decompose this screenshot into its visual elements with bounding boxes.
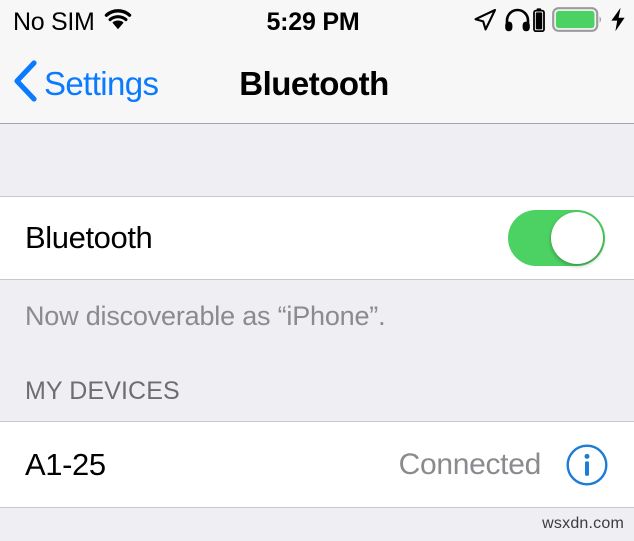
headphones-battery-group	[504, 7, 545, 37]
my-devices-header: MY DEVICES	[25, 377, 180, 405]
device-status-label: Connected	[398, 447, 542, 481]
headphone-battery-icon	[533, 7, 545, 37]
carrier-label: No SIM	[13, 7, 95, 36]
status-bar-left-group: No SIM	[13, 0, 132, 44]
chevron-left-icon	[12, 60, 38, 107]
device-name-label: A1-25	[25, 446, 106, 482]
back-button-settings[interactable]: Settings	[12, 44, 159, 123]
bottom-spacer: wsxdn.com	[0, 509, 634, 541]
location-arrow-icon	[473, 8, 497, 37]
watermark-label: wsxdn.com	[542, 515, 624, 532]
navigation-bar: Settings Bluetooth	[0, 44, 634, 124]
status-bar-right-group	[473, 0, 626, 44]
headphones-icon	[504, 8, 531, 37]
discoverable-footnote: Now discoverable as “iPhone”.	[25, 301, 386, 331]
bluetooth-row-label: Bluetooth	[25, 220, 153, 255]
device-row-a1-25[interactable]: A1-25 Connected	[0, 421, 634, 508]
info-circle-icon[interactable]	[565, 443, 609, 487]
toggle-knob	[551, 212, 603, 264]
bluetooth-toggle-row[interactable]: Bluetooth	[0, 196, 634, 280]
discoverable-section: Now discoverable as “iPhone”. MY DEVICES	[0, 281, 634, 421]
clock-label: 5:29 PM	[266, 7, 360, 36]
wifi-icon	[104, 9, 132, 35]
battery-icon	[552, 7, 603, 37]
list-top-spacer	[0, 125, 634, 196]
back-button-label: Settings	[44, 65, 159, 102]
bluetooth-toggle-switch[interactable]	[508, 210, 605, 266]
ios-bluetooth-settings-screen: No SIM 5:29 PM Settings Bluetooth Blueto…	[0, 0, 634, 541]
lightning-bolt-icon	[610, 7, 626, 37]
status-bar: No SIM 5:29 PM	[0, 0, 634, 44]
